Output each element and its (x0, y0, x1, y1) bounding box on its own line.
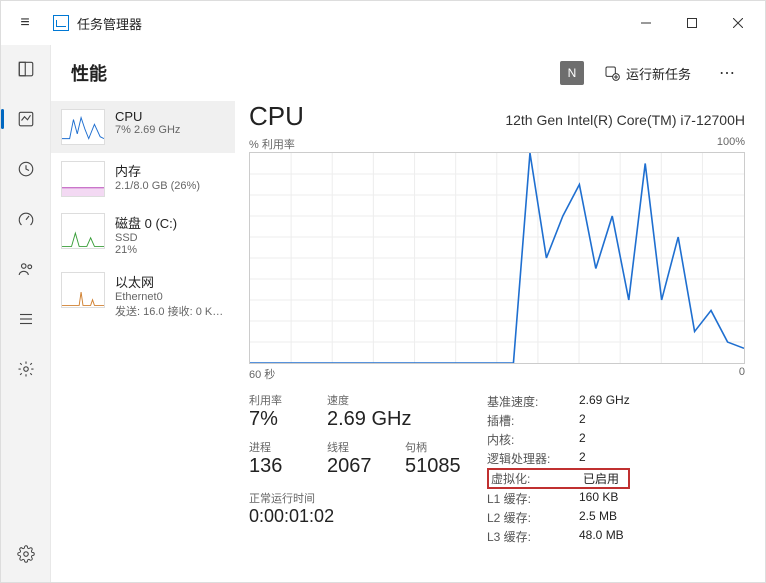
sidebar-eth-title: 以太网 (115, 272, 225, 291)
disk-thumb (61, 213, 105, 249)
run-new-task-button[interactable]: 运行新任务 (596, 60, 699, 87)
info-row: 基准速度:2.69 GHz (487, 392, 630, 411)
cpu-model: 12th Gen Intel(R) Core(TM) i7-12700H (505, 112, 745, 128)
info-value: 2 (579, 450, 586, 467)
info-label: L3 缓存: (487, 528, 579, 545)
info-row: 逻辑处理器:2 (487, 449, 630, 468)
info-label: 虚拟化: (491, 470, 583, 487)
sidebar-item-disk[interactable]: 磁盘 0 (C:) SSD 21% (51, 205, 235, 264)
cpu-chart (249, 152, 745, 364)
sidebar-cpu-title: CPU (115, 109, 225, 124)
memory-thumb (61, 161, 105, 197)
maximize-button[interactable] (669, 7, 715, 39)
sidebar-item-ethernet[interactable]: 以太网 Ethernet0 发送: 16.0 接收: 0 Kbps (51, 264, 235, 327)
stat-thread-value: 2067 (327, 455, 385, 478)
info-value: 2.5 MB (579, 509, 617, 526)
stat-speed-label: 速度 (327, 392, 411, 408)
hamburger-menu[interactable]: ≡ (5, 14, 45, 32)
sidebar-eth-sub2: 发送: 16.0 接收: 0 Kbps (115, 303, 225, 319)
nav-users[interactable] (8, 251, 44, 287)
page-title: 性能 (71, 60, 107, 86)
nav-processes[interactable] (8, 51, 44, 87)
info-row: 内核:2 (487, 430, 630, 449)
app-title: 任务管理器 (77, 14, 142, 33)
sidebar-item-memory[interactable]: 内存 2.1/8.0 GB (26%) (51, 153, 235, 205)
info-row: 插槽:2 (487, 411, 630, 430)
stat-proc-value: 136 (249, 455, 307, 478)
info-label: 内核: (487, 431, 579, 448)
info-row: L1 缓存:160 KB (487, 489, 630, 508)
info-value: 2 (579, 412, 586, 429)
close-button[interactable] (715, 7, 761, 39)
info-label: 插槽: (487, 412, 579, 429)
sidebar-item-cpu[interactable]: CPU 7% 2.69 GHz (51, 101, 235, 153)
info-row: L3 缓存:48.0 MB (487, 527, 630, 546)
nav-startup[interactable] (8, 201, 44, 237)
stat-util-label: 利用率 (249, 392, 307, 408)
detail-pane: CPU 12th Gen Intel(R) Core(TM) i7-12700H… (235, 101, 765, 582)
sidebar-disk-sub1: SSD (115, 232, 225, 244)
info-value: 160 KB (579, 490, 618, 507)
chart-y-max: 100% (717, 136, 745, 152)
titlebar: ≡ 任务管理器 (1, 1, 765, 45)
sidebar-disk-sub2: 21% (115, 244, 225, 256)
minimize-button[interactable] (623, 7, 669, 39)
chart-x-end: 0 (739, 366, 745, 382)
stat-handle-label: 句柄 (405, 439, 463, 455)
sidebar-disk-title: 磁盘 0 (C:) (115, 213, 225, 232)
stat-proc-label: 进程 (249, 439, 307, 455)
new-task-icon (604, 65, 620, 81)
cpu-info-table: 基准速度:2.69 GHz插槽:2内核:2逻辑处理器:2虚拟化:已启用L1 缓存… (487, 392, 630, 546)
more-button[interactable]: ⋯ (711, 59, 745, 87)
chart-x-start: 60 秒 (249, 366, 275, 382)
info-label: 逻辑处理器: (487, 450, 579, 467)
info-value: 2 (579, 431, 586, 448)
sidebar-cpu-sub: 7% 2.69 GHz (115, 124, 225, 136)
nav-performance[interactable] (8, 101, 44, 137)
stat-handle-value: 51085 (405, 455, 463, 478)
cpu-thumb (61, 109, 105, 145)
app-icon (53, 15, 69, 31)
sidebar-memory-sub: 2.1/8.0 GB (26%) (115, 180, 225, 192)
info-label: L2 缓存: (487, 509, 579, 526)
uptime-value: 0:00:01:02 (249, 506, 463, 527)
sidebar-eth-sub1: Ethernet0 (115, 291, 225, 303)
ethernet-thumb (61, 272, 105, 308)
efficiency-badge[interactable]: N (560, 61, 584, 85)
sidebar-memory-title: 内存 (115, 161, 225, 180)
stat-util-value: 7% (249, 408, 307, 431)
info-row: 虚拟化:已启用 (487, 468, 630, 489)
nav-history[interactable] (8, 151, 44, 187)
chart-y-label: % 利用率 (249, 136, 295, 152)
uptime-label: 正常运行时间 (249, 490, 463, 506)
nav-details[interactable] (8, 301, 44, 337)
info-value: 2.69 GHz (579, 393, 630, 410)
stat-thread-label: 线程 (327, 439, 385, 455)
info-value: 48.0 MB (579, 528, 624, 545)
info-label: 基准速度: (487, 393, 579, 410)
page-header: 性能 N 运行新任务 ⋯ (51, 45, 765, 101)
nav-settings[interactable] (8, 536, 44, 572)
run-new-task-label: 运行新任务 (626, 64, 691, 83)
resource-sidebar: CPU 7% 2.69 GHz 内存 2.1/8.0 GB (26%) (51, 101, 235, 582)
info-label: L1 缓存: (487, 490, 579, 507)
info-value: 已启用 (583, 470, 619, 487)
nav-services[interactable] (8, 351, 44, 387)
stat-speed-value: 2.69 GHz (327, 408, 411, 431)
nav-rail (1, 45, 51, 582)
detail-title: CPU (249, 101, 304, 132)
info-row: L2 缓存:2.5 MB (487, 508, 630, 527)
